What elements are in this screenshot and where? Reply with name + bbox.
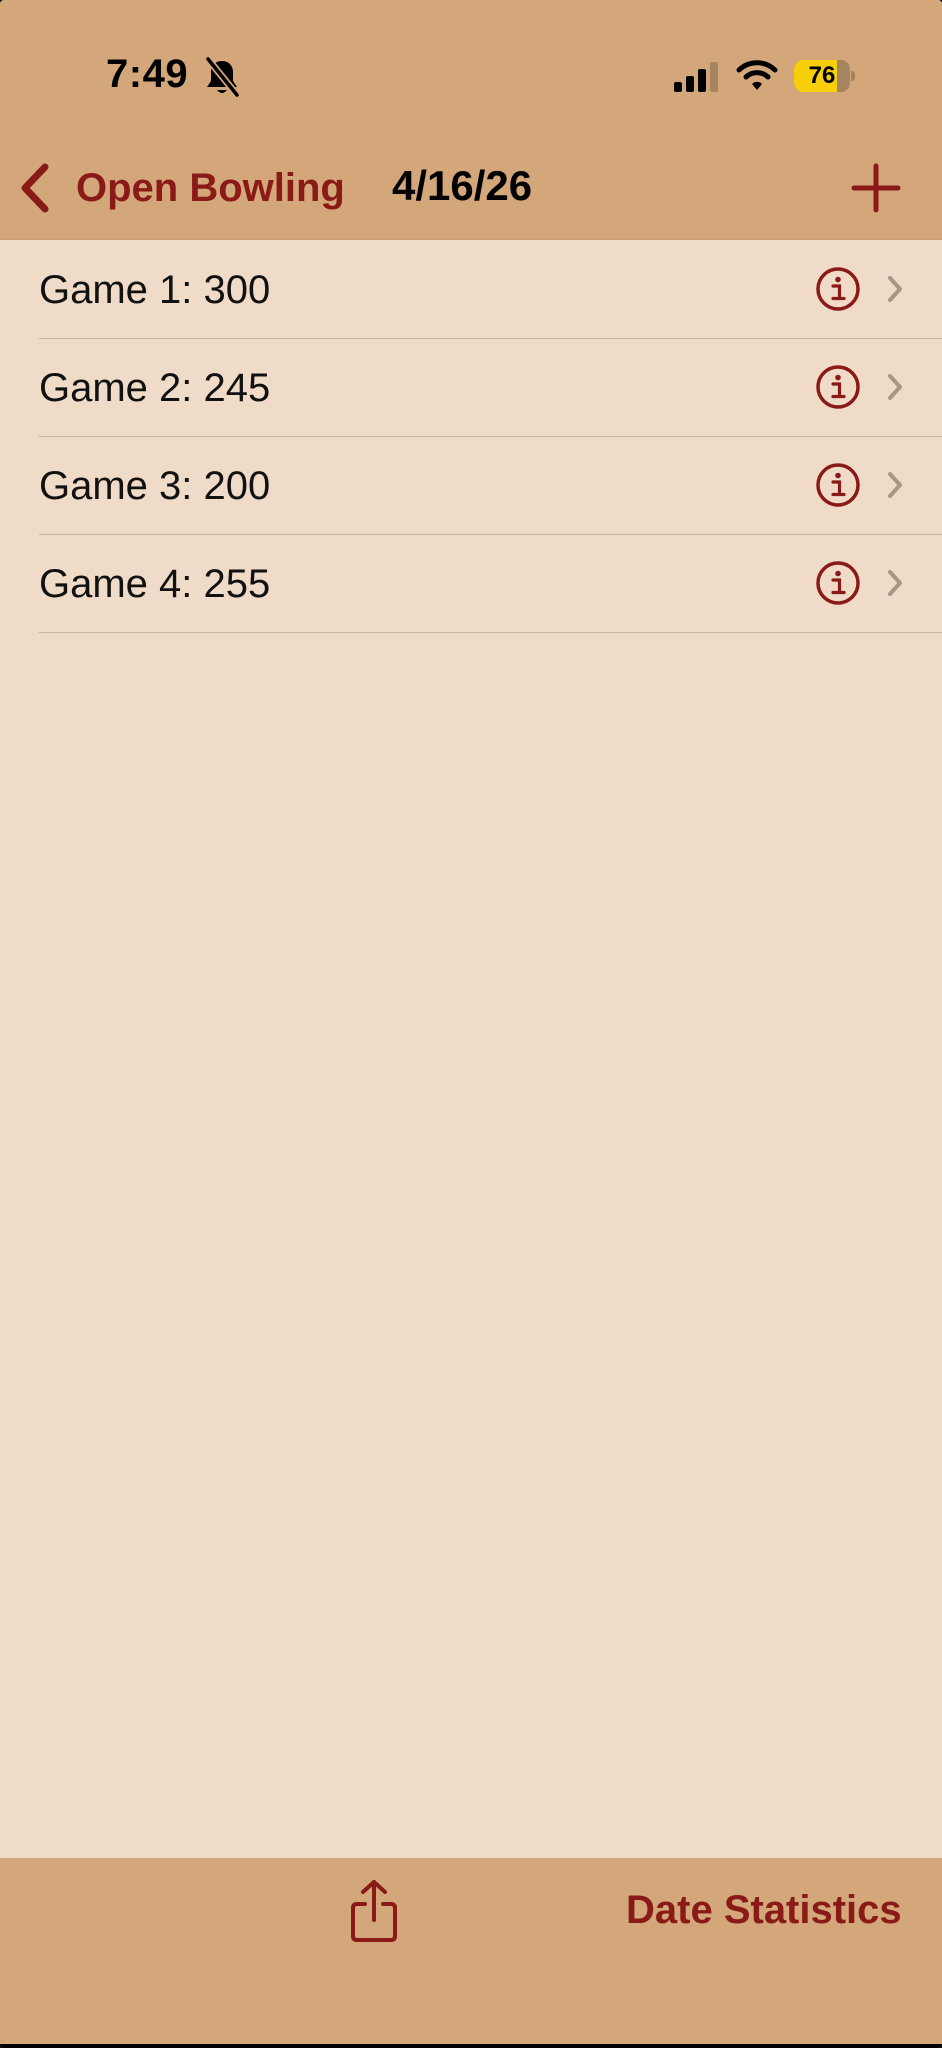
list-item[interactable]: Game 3: 200	[0, 437, 942, 535]
date-statistics-button[interactable]: Date Statistics	[626, 1888, 902, 1933]
bell-slash-icon	[205, 57, 240, 97]
chevron-left-icon	[21, 163, 49, 213]
bottom-toolbar: Date Statistics	[0, 1858, 942, 2048]
phone-screen: 7:49 76 Open Bowling 4/16/26 Game 1: 300…	[0, 0, 942, 2048]
info-icon[interactable]	[815, 560, 861, 606]
battery-level: 76	[808, 62, 836, 89]
battery-icon: 76	[794, 60, 855, 92]
status-time: 7:49	[106, 52, 189, 96]
info-icon[interactable]	[815, 266, 861, 312]
bottom-edge	[0, 2044, 942, 2048]
chevron-right-icon	[888, 374, 902, 400]
info-icon[interactable]	[815, 364, 861, 410]
chevron-right-icon	[888, 570, 902, 596]
back-button[interactable]: Open Bowling	[18, 158, 345, 218]
list-item[interactable]: Game 2: 245	[0, 339, 942, 437]
plus-icon[interactable]	[848, 160, 904, 216]
games-list: Game 1: 300 Game 2: 245 Game 3: 200 Game…	[0, 241, 942, 633]
chevron-right-icon	[888, 472, 902, 498]
header-bar: 7:49 76 Open Bowling 4/16/26	[0, 0, 942, 240]
cellular-signal-icon	[674, 62, 718, 92]
game-label: Game 4: 255	[39, 561, 271, 606]
page-title: 4/16/26	[392, 162, 533, 209]
back-button-label: Open Bowling	[76, 165, 345, 210]
chevron-right-icon	[888, 276, 902, 302]
game-label: Game 3: 200	[39, 463, 271, 508]
share-icon[interactable]	[348, 1878, 400, 1944]
game-label: Game 2: 245	[39, 365, 271, 410]
info-icon[interactable]	[815, 462, 861, 508]
game-label: Game 1: 300	[39, 267, 271, 312]
list-item[interactable]: Game 4: 255	[0, 535, 942, 633]
list-item[interactable]: Game 1: 300	[0, 241, 942, 339]
wifi-icon	[736, 60, 778, 90]
